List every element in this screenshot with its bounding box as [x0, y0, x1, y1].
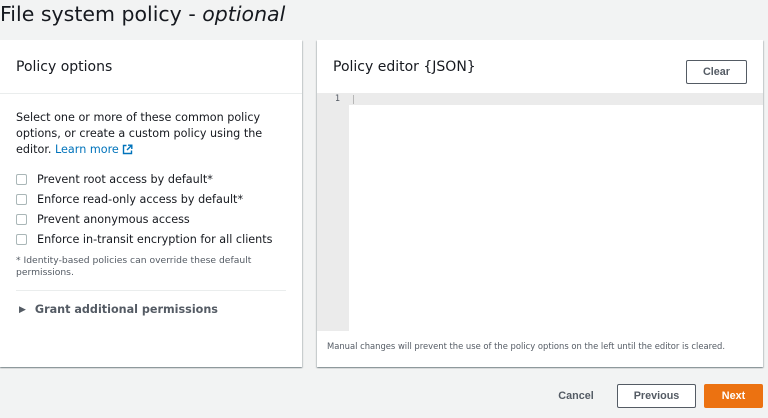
next-button[interactable]: Next — [704, 384, 763, 408]
policy-options-heading: Policy options — [0, 40, 302, 94]
policy-editor-heading: Policy editor {JSON} — [333, 59, 476, 75]
external-link-icon — [122, 144, 133, 160]
json-editor[interactable]: 1 — [317, 93, 763, 331]
expander-label: Grant additional permissions — [34, 303, 218, 316]
description-text: Select one or more of these common polic… — [16, 111, 263, 156]
line-number: 1 — [334, 94, 340, 104]
editor-helper-text: Manual changes will prevent the use of t… — [327, 341, 725, 351]
editor-cursor — [353, 95, 354, 104]
page-title-main: File system policy - — [0, 2, 203, 26]
identity-policy-footnote: * Identity-based policies can override t… — [16, 255, 252, 278]
divider — [16, 290, 286, 291]
page-title: File system policy - optional — [0, 0, 285, 28]
policy-editor-panel: Policy editor {JSON} Clear 1 Manual chan… — [317, 40, 763, 367]
option-label: Prevent anonymous access — [37, 212, 190, 226]
policy-options-list: Prevent root access by default* Enforce … — [16, 169, 286, 249]
option-label: Enforce in-transit encryption for all cl… — [37, 232, 273, 246]
option-enforce-in-transit-encryption[interactable]: Enforce in-transit encryption for all cl… — [16, 229, 286, 249]
grant-additional-permissions-expander[interactable]: ▶ Grant additional permissions — [16, 303, 286, 316]
caret-right-icon: ▶ — [19, 304, 26, 315]
option-prevent-root-access[interactable]: Prevent root access by default* — [16, 169, 286, 189]
learn-more-link[interactable]: Learn more — [55, 143, 133, 156]
clear-button[interactable]: Clear — [686, 60, 747, 84]
prevent-anonymous-checkbox[interactable] — [16, 213, 27, 225]
editor-active-line[interactable] — [349, 93, 763, 105]
option-label: Enforce read-only access by default* — [37, 192, 244, 206]
option-prevent-anonymous[interactable]: Prevent anonymous access — [16, 209, 286, 229]
editor-gutter: 1 — [317, 93, 349, 331]
option-label: Prevent root access by default* — [37, 172, 213, 186]
policy-options-description: Select one or more of these common polic… — [16, 110, 282, 160]
cancel-button[interactable]: Cancel — [549, 384, 603, 408]
previous-button[interactable]: Previous — [617, 384, 696, 408]
page-title-optional: optional — [202, 2, 286, 26]
option-enforce-read-only[interactable]: Enforce read-only access by default* — [16, 189, 286, 209]
enforce-in-transit-encryption-checkbox[interactable] — [16, 233, 27, 245]
policy-options-panel: Policy options Select one or more of the… — [0, 40, 302, 367]
enforce-read-only-checkbox[interactable] — [16, 193, 27, 205]
prevent-root-access-checkbox[interactable] — [16, 173, 27, 185]
